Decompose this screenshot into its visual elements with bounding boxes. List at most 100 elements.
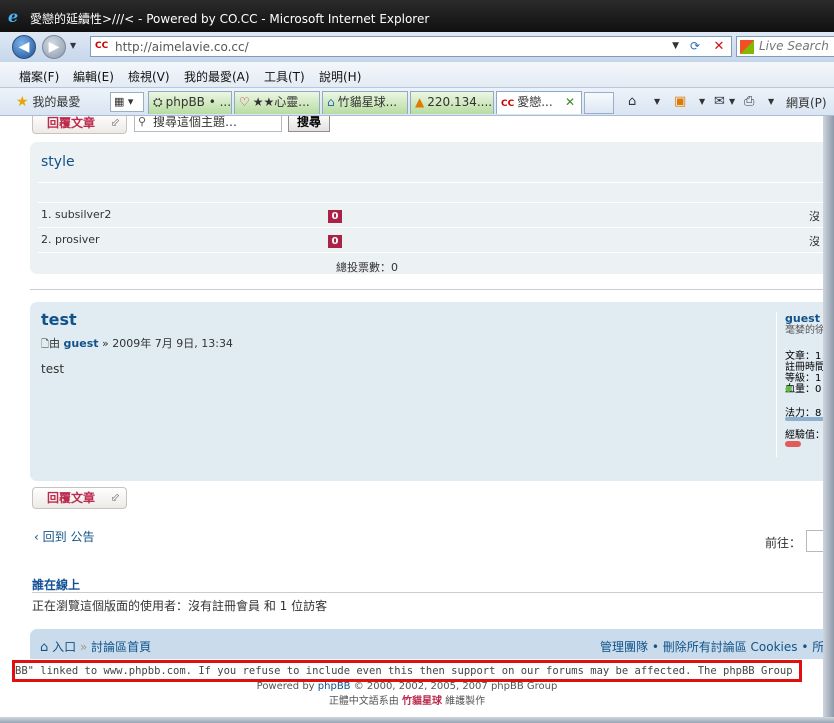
localizer-link[interactable]: 竹貓星球 bbox=[402, 696, 442, 707]
poll-option-row: 1. subsilver2 0 沒 bbox=[38, 202, 823, 227]
stop-icon[interactable]: ✕ bbox=[710, 38, 728, 55]
topic-search-button[interactable]: 搜尋 bbox=[288, 116, 330, 132]
print-icon[interactable]: ⎙ bbox=[744, 94, 754, 109]
phpbb-icon: ⛭ bbox=[153, 95, 163, 109]
home-icon[interactable]: ⌂ bbox=[628, 94, 636, 109]
home-icon: ⌂ bbox=[40, 640, 49, 655]
address-field[interactable]: CC http://aimelavie.co.cc/ ▼ ⟳ ✕ bbox=[90, 36, 732, 57]
tab-active[interactable]: CC 愛戀... ✕ bbox=[496, 91, 582, 114]
poll-total-row: 總投票數：0 bbox=[38, 252, 823, 277]
mail-icon[interactable]: ✉ bbox=[714, 94, 725, 109]
post-body: test bbox=[41, 362, 65, 376]
favorites-button[interactable]: ★ 我的最愛 bbox=[16, 93, 80, 110]
poll-option-status: 沒 bbox=[809, 235, 820, 248]
menu-tools[interactable]: 工具(T) bbox=[264, 68, 305, 85]
menu-file[interactable]: 檔案(F) bbox=[19, 68, 59, 85]
section-divider bbox=[30, 289, 823, 290]
tab-label: 竹貓星球... bbox=[337, 95, 398, 109]
poll-vote-bar: 0 bbox=[328, 235, 342, 248]
phpbb-link[interactable]: phpBB bbox=[318, 681, 351, 692]
site-favicon-icon: CC bbox=[95, 41, 109, 51]
poll-panel: style 1. subsilver2 0 沒 2. prosiver 0 沒 … bbox=[30, 142, 823, 274]
menu-edit[interactable]: 編輯(E) bbox=[73, 68, 114, 85]
forward-button[interactable]: ▶ bbox=[42, 35, 66, 59]
index-link[interactable]: 討論區首頁 bbox=[91, 640, 151, 654]
close-tab-icon[interactable]: ✕ bbox=[565, 92, 575, 113]
poll-option-status: 沒 bbox=[809, 210, 820, 223]
back-button[interactable]: ◀ bbox=[12, 35, 36, 59]
reply-button-bottom[interactable]: 回覆文章 ⬃ bbox=[32, 487, 127, 509]
reply-button-top[interactable]: 回覆文章 ⬃ bbox=[32, 116, 127, 134]
window-frame-bottom bbox=[0, 717, 834, 723]
back-to-forum-link[interactable]: ‹ 回到 公告 bbox=[34, 528, 94, 545]
localized-pre: 正體中文語系由 bbox=[328, 696, 402, 707]
window-frame-right bbox=[823, 116, 834, 723]
footer-links[interactable]: 管理團隊 • 刪除所有討論區 Cookies • 所 bbox=[600, 638, 823, 655]
hp-indicator-icon: ● bbox=[785, 384, 792, 393]
favorites-tab-bar: ★ 我的最愛 ▦ ▾ ⛭ phpBB • ... ♡ ★★心靈... ⌂ 竹貓星球..… bbox=[0, 88, 834, 116]
page-viewport: 回覆文章 ⬃ ⚲ 搜尋這個主題… 搜尋 style 1. subsilver2 … bbox=[12, 116, 823, 717]
post-author-link[interactable]: guest bbox=[64, 337, 99, 350]
menu-view[interactable]: 檢視(V) bbox=[128, 68, 170, 85]
localized-post: 維護製作 bbox=[442, 696, 486, 707]
poll-option-label: 2. prosiver bbox=[41, 233, 100, 246]
tab-label: 220.134.... bbox=[427, 95, 493, 109]
poll-vote-bar: 0 bbox=[328, 210, 342, 223]
heart-icon: ♡ bbox=[239, 95, 250, 109]
mp-bar bbox=[785, 417, 823, 421]
tab-label: ★★心靈... bbox=[252, 95, 310, 109]
url-text[interactable]: http://aimelavie.co.cc/ bbox=[115, 40, 249, 54]
poll-divider bbox=[38, 182, 823, 183]
footer-breadcrumb: ⌂ 入口 » 討論區首頁 bbox=[40, 640, 152, 655]
refresh-icon[interactable]: ⟳ bbox=[685, 38, 705, 55]
jump-to-label: 前往： bbox=[765, 536, 802, 550]
tab-pma[interactable]: ▲ 220.134.... bbox=[410, 91, 494, 114]
feeds-dropdown-icon[interactable]: ▼ bbox=[699, 97, 705, 106]
localization-credit: 正體中文語系由 竹貓星球 維護製作 bbox=[12, 692, 802, 707]
post-title[interactable]: test bbox=[41, 310, 77, 329]
reply-label: 回覆文章 bbox=[47, 116, 96, 130]
poll-option-label: 1. subsilver2 bbox=[41, 208, 112, 221]
address-dropdown-icon[interactable]: ▼ bbox=[672, 41, 679, 51]
online-divider bbox=[32, 592, 823, 593]
post-file-icon[interactable]: 🗋 bbox=[41, 339, 49, 350]
powered-post: © 2000, 2002, 2005, 2007 phpBB Group bbox=[350, 681, 558, 692]
favorites-label: 我的最愛 bbox=[32, 95, 81, 109]
mail-dropdown-icon[interactable]: ▼ bbox=[729, 97, 735, 106]
post-by-label: 由 bbox=[49, 337, 61, 350]
post-panel: test 🗋由 guest » 2009年 7月 9日, 13:34 test … bbox=[30, 302, 823, 481]
portal-link[interactable]: 入口 bbox=[52, 640, 76, 654]
jump-to-select[interactable] bbox=[806, 530, 823, 552]
leaked-html-comment: BB" linked to www.phpbb.com. If you refu… bbox=[12, 660, 802, 682]
profile-exp: 經驗值： bbox=[785, 430, 823, 441]
menu-help[interactable]: 說明(H) bbox=[319, 68, 361, 85]
print-dropdown-icon[interactable]: ▼ bbox=[768, 97, 774, 106]
live-search-logo-icon bbox=[740, 40, 754, 54]
exp-bar bbox=[785, 441, 801, 447]
address-bar-row: ◀ ▶ ▼ CC http://aimelavie.co.cc/ ▼ ⟳ ✕ bbox=[0, 32, 834, 62]
tab-forum[interactable]: ⌂ 竹貓星球... bbox=[322, 91, 408, 114]
poll-title: style bbox=[41, 154, 75, 170]
feeds-icon[interactable]: ▣ bbox=[674, 94, 686, 109]
reply-arrow-icon: ⬃ bbox=[110, 116, 120, 129]
favorites-star-icon: ★ bbox=[16, 94, 29, 110]
live-search-input[interactable] bbox=[759, 39, 834, 53]
tab-label: 愛戀... bbox=[517, 95, 553, 109]
menu-favorites[interactable]: 我的最愛(A) bbox=[184, 68, 250, 85]
live-search-box[interactable] bbox=[736, 36, 834, 57]
history-dropdown-icon[interactable]: ▼ bbox=[70, 41, 76, 50]
tab-phpbb[interactable]: ⛭ phpBB • ... bbox=[148, 91, 232, 114]
back-link-label: 回到 公告 bbox=[42, 530, 95, 544]
search-icon: ⚲ bbox=[138, 116, 147, 128]
page-menu-button[interactable]: 網頁(P) bbox=[786, 94, 827, 111]
quick-tabs-button[interactable]: ▦ ▾ bbox=[110, 92, 144, 112]
tab-heart[interactable]: ♡ ★★心靈... bbox=[234, 91, 320, 114]
topic-search-placeholder: 搜尋這個主題… bbox=[153, 116, 238, 129]
topic-search-input[interactable]: ⚲ 搜尋這個主題… bbox=[134, 116, 282, 132]
powered-by: Powered by phpBB © 2000, 2002, 2005, 200… bbox=[12, 681, 802, 692]
tab-label: phpBB • ... bbox=[165, 95, 232, 109]
who-is-online-text: 正在瀏覽這個版面的使用者：沒有註冊會員 和 1 位訪客 bbox=[32, 599, 328, 613]
home-dropdown-icon[interactable]: ▼ bbox=[654, 97, 660, 106]
cc-icon: CC bbox=[501, 99, 515, 109]
new-tab-button[interactable] bbox=[584, 92, 614, 114]
